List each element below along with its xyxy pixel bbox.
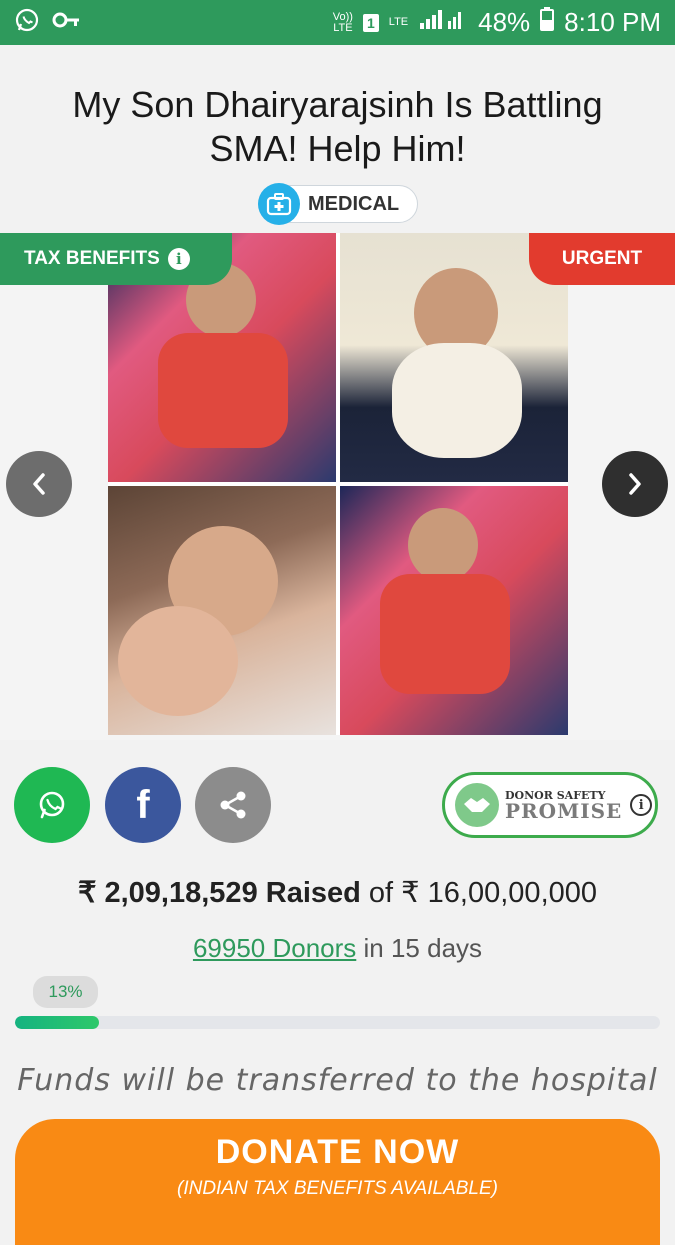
urgent-tag: URGENT xyxy=(529,233,675,285)
category-label: MEDICAL xyxy=(308,192,400,215)
donors-link[interactable]: 69950 Donors xyxy=(193,933,356,963)
chevron-right-icon xyxy=(629,473,641,495)
duration-text: in 15 days xyxy=(363,933,483,963)
whatsapp-share-button[interactable] xyxy=(14,767,90,843)
vpn-key-icon xyxy=(52,10,80,35)
facebook-share-button[interactable]: f xyxy=(105,767,181,843)
of-text: of xyxy=(368,877,394,909)
handshake-icon xyxy=(455,783,499,827)
donor-safety-promise-badge[interactable]: DONOR SAFETY PROMISE i xyxy=(442,772,658,838)
volte-indicator: Vo)) LTE xyxy=(332,10,353,34)
donate-sub-label: (INDIAN TAX BENEFITS AVAILABLE) xyxy=(177,1178,498,1199)
amount-raised: ₹ 2,09,18,529 Raised of ₹ 16,00,00,000 xyxy=(0,875,675,910)
clock: 8:10 PM xyxy=(564,7,661,37)
progress-bar-fill xyxy=(15,1016,99,1029)
sim-slot-badge: 1 xyxy=(362,13,379,32)
goal-amount: ₹ 16,00,00,000 xyxy=(401,877,598,909)
progress-percent-badge: 13% xyxy=(33,976,98,1008)
promise-label-bottom: PROMISE xyxy=(505,798,623,823)
medical-kit-icon xyxy=(258,183,300,225)
carousel-next-button[interactable] xyxy=(602,451,668,517)
status-bar: Vo)) LTE 1 LTE 48% 8:10 PM xyxy=(0,0,675,45)
battery-icon xyxy=(540,7,555,38)
image-carousel[interactable]: TAX BENEFITS i URGENT xyxy=(0,233,675,740)
raised-amount: ₹ 2,09,18,529 Raised xyxy=(77,877,361,909)
baby-photo-3 xyxy=(340,486,568,735)
carousel-prev-button[interactable] xyxy=(6,451,72,517)
donate-label: DONATE NOW xyxy=(215,1133,460,1171)
donate-now-button[interactable]: DONATE NOW (INDIAN TAX BENEFITS AVAILABL… xyxy=(15,1119,660,1245)
share-button[interactable] xyxy=(195,767,271,843)
promise-info-icon[interactable]: i xyxy=(630,794,653,816)
category-badge: MEDICAL xyxy=(258,183,418,225)
donor-count: 69950 Donors in 15 days xyxy=(0,933,675,964)
whatsapp-icon xyxy=(39,791,65,819)
campaign-title: My Son Dhairyarajsinh Is Battling SMA! H… xyxy=(72,84,603,169)
campaign-photo-collage[interactable] xyxy=(108,233,568,735)
whatsapp-notification-icon xyxy=(14,7,40,38)
facebook-icon: f xyxy=(136,782,150,827)
battery-percent: 48% xyxy=(478,7,531,37)
siblings-photo xyxy=(108,486,336,735)
tax-benefits-tag[interactable]: TAX BENEFITS i xyxy=(0,233,232,285)
info-icon[interactable]: i xyxy=(167,248,190,270)
signal-icon xyxy=(418,7,468,38)
funds-transfer-note: Funds will be transferred to the hospita… xyxy=(17,1063,658,1098)
progress-bar xyxy=(15,1016,660,1029)
network-type: LTE xyxy=(388,16,409,28)
chevron-left-icon xyxy=(33,473,45,495)
campaign-page: My Son Dhairyarajsinh Is Battling SMA! H… xyxy=(0,45,675,1245)
share-icon xyxy=(220,791,246,819)
